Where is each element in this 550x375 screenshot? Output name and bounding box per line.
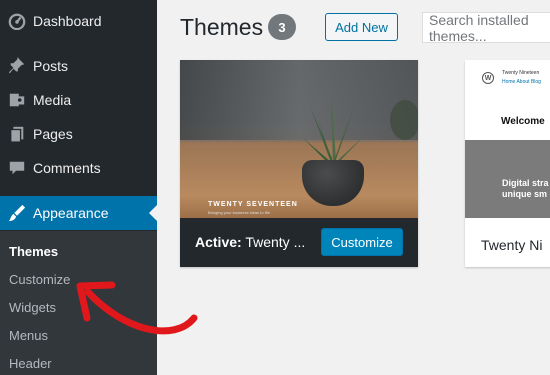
screenshot-blurred-plant [390,100,418,140]
preview-theme-title: TWENTY SEVENTEEN [208,201,298,208]
menu-comments[interactable]: Comments [0,151,157,185]
preview-theme-tagline: Bringing your business ideas to life [208,210,270,215]
menu-appearance-label: Appearance [33,205,109,221]
add-new-button[interactable]: Add New [325,13,398,41]
submenu-customize[interactable]: Customize [9,272,70,287]
page-title: Themes [180,14,264,40]
submenu-themes[interactable]: Themes [9,244,58,259]
succulent-plant-image [303,90,364,168]
theme-name-twenty-nineteen: Twenty Ni [481,237,543,253]
theme-screenshot-bottom: Digital stra unique sm [465,140,550,218]
submenu-header[interactable]: Header [9,356,52,371]
theme-card-active[interactable]: TWENTY SEVENTEEN Bringing your business … [180,60,418,267]
preview-headline: Digital stra unique sm [502,178,549,200]
comments-icon [7,158,27,178]
pages-icon [7,124,27,144]
dashboard-icon [7,11,27,31]
menu-media[interactable]: Media [0,83,157,117]
annotation-arrow-icon [76,281,198,335]
active-theme-name: Twenty ... [245,234,306,250]
menu-dashboard-label: Dashboard [33,13,102,29]
preview-headline-line1: Digital stra [502,178,549,188]
search-themes-input[interactable]: Search installed themes... [422,12,550,44]
menu-pages[interactable]: Pages [0,117,157,151]
active-theme-label: Active: Twenty ... [195,234,305,250]
active-theme-bar: Active: Twenty ... Customize [180,218,418,267]
wordpress-logo-icon: W [482,72,494,84]
menu-posts[interactable]: Posts [0,49,157,83]
menu-appearance[interactable]: Appearance [0,196,157,230]
theme-count-badge: 3 [268,14,296,40]
pin-icon [7,56,27,76]
theme-screenshot-top: W Twenty Nineteen Home About Blog Welcom… [465,60,550,140]
theme-card-twenty-nineteen[interactable]: W Twenty Nineteen Home About Blog Welcom… [465,60,550,267]
menu-posts-label: Posts [33,58,69,74]
menu-comments-label: Comments [33,160,101,176]
preview-nav: Home About Blog [502,79,541,85]
submenu-widgets[interactable]: Widgets [9,300,56,315]
submenu-menus[interactable]: Menus [9,328,48,343]
preview-headline-line2: unique sm [502,189,548,199]
media-icon [7,90,27,110]
theme-screenshot-twenty-seventeen[interactable]: TWENTY SEVENTEEN Bringing your business … [180,60,418,218]
preview-welcome: Welcome [501,116,545,127]
appearance-icon [7,203,27,223]
preview-site-name: Twenty Nineteen [502,70,540,76]
menu-pages-label: Pages [33,126,73,142]
menu-media-label: Media [33,92,72,108]
menu-dashboard[interactable]: Dashboard [0,4,157,38]
customize-button[interactable]: Customize [321,228,403,256]
active-prefix: Active: [195,234,242,250]
